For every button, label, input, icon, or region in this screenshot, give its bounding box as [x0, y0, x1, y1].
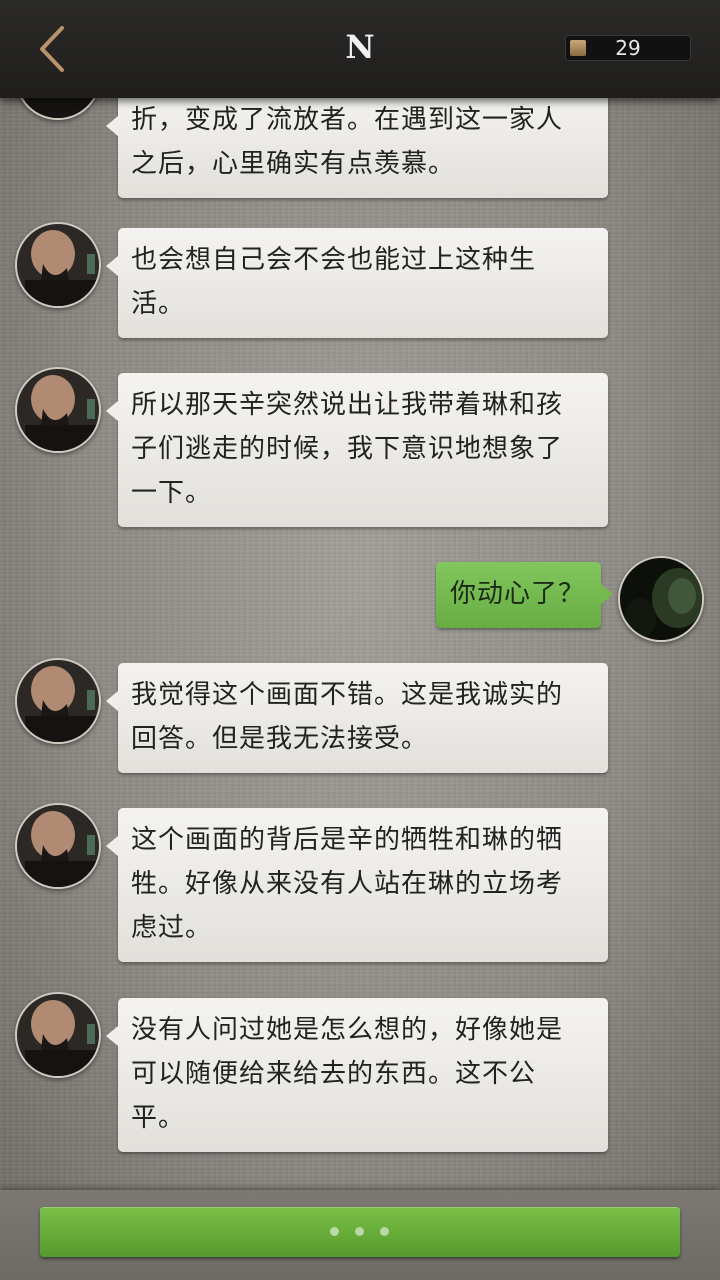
coin-counter[interactable]: 29 — [565, 35, 691, 61]
message-line: 平。 — [131, 1103, 186, 1133]
message-line: 也会想自己会不会也能过上这种生 — [131, 245, 537, 275]
message-bubble: 折，变成了流放者。在遇到这一家人 之后，心里确实有点羡慕。 — [106, 88, 608, 198]
player-avatar[interactable] — [618, 556, 704, 642]
message-line: 所以那天辛突然说出让我带着琳和孩 — [131, 390, 564, 420]
message-bubble: 没有人问过她是怎么想的，好像她是 可以随便给来给去的东西。这不公 平。 — [106, 998, 608, 1152]
chat-log[interactable]: 折，变成了流放者。在遇到这一家人 之后，心里确实有点羡慕。 也会想自己会不会也能… — [0, 0, 720, 1190]
message-line: 这个画面的背后是辛的牺牲和琳的牺 — [131, 825, 564, 855]
avatar[interactable] — [15, 658, 101, 744]
avatar[interactable] — [15, 367, 101, 453]
avatar[interactable] — [15, 992, 101, 1078]
continue-button[interactable] — [40, 1207, 680, 1257]
message-line: 回答。但是我无法接受。 — [131, 724, 429, 754]
coin-count: 29 — [615, 36, 641, 60]
message-line: 我觉得这个画面不错。这是我诚实的 — [131, 680, 564, 710]
message-line: 之后，心里确实有点羡慕。 — [131, 149, 456, 179]
bottom-bar — [0, 1190, 720, 1280]
message-line: 折，变成了流放者。在遇到这一家人 — [131, 105, 564, 135]
my-message-bubble: 你动心了？ — [435, 562, 614, 628]
avatar[interactable] — [15, 803, 101, 889]
message-bubble: 我觉得这个画面不错。这是我诚实的 回答。但是我无法接受。 — [106, 663, 608, 773]
message-line: 没有人问过她是怎么想的，好像她是 — [131, 1015, 564, 1045]
message-line: 虑过。 — [131, 913, 213, 943]
message-line: 可以随便给来给去的东西。这不公 — [131, 1059, 537, 1089]
dot — [380, 1227, 389, 1236]
message-bubble: 所以那天辛突然说出让我带着琳和孩 子们逃走的时候，我下意识地想象了 一下。 — [106, 373, 608, 527]
message-line: 牲。好像从来没有人站在琳的立场考 — [131, 869, 564, 899]
top-bar: N 29 — [0, 0, 720, 98]
message-bubble: 这个画面的背后是辛的牺牲和琳的牺 牲。好像从来没有人站在琳的立场考 虑过。 — [106, 808, 608, 962]
message-bubble: 也会想自己会不会也能过上这种生 活。 — [106, 228, 608, 338]
dot — [355, 1227, 364, 1236]
dot — [330, 1227, 339, 1236]
message-line: 一下。 — [131, 478, 213, 508]
avatar[interactable] — [15, 222, 101, 308]
message-line: 活。 — [131, 289, 186, 319]
message-line: 子们逃走的时候，我下意识地想象了 — [131, 434, 564, 464]
message-line: 你动心了？ — [449, 579, 585, 609]
